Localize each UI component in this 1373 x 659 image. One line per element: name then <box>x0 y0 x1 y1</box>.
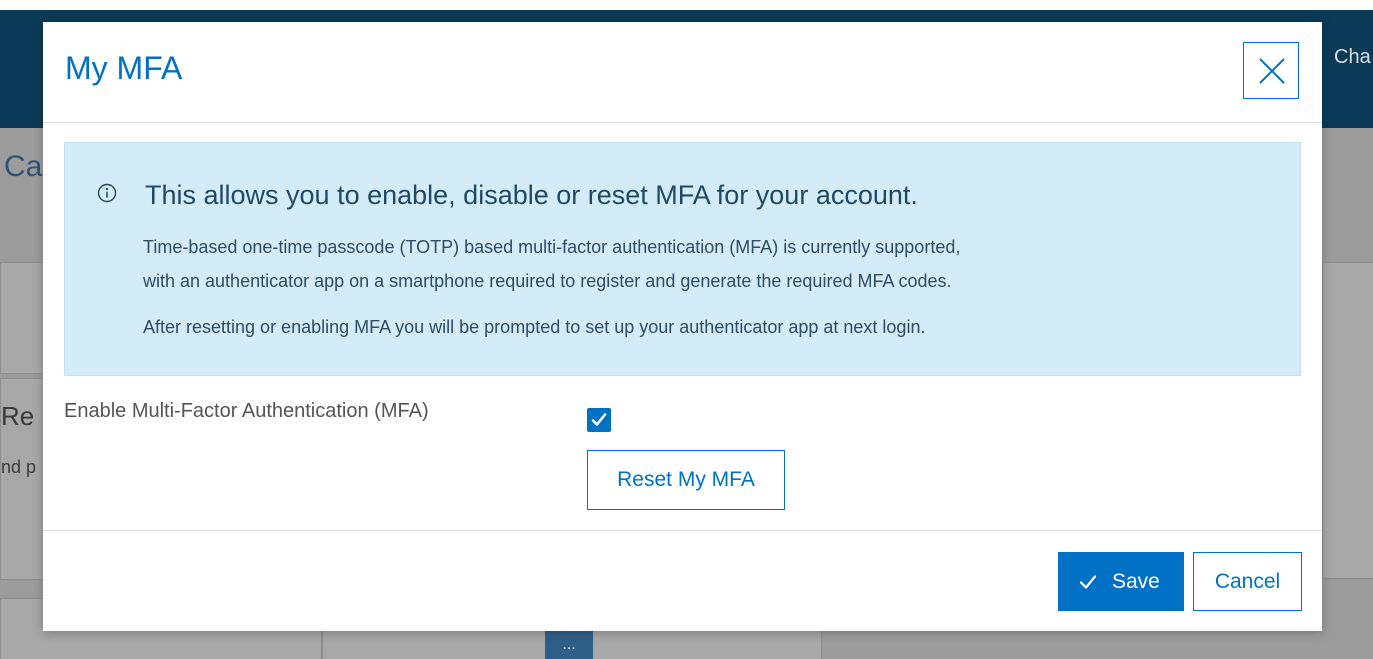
card-subtitle: nd p <box>1 457 37 477</box>
info-paragraph-line-1: Time-based one-time passcode (TOTP) base… <box>143 237 961 257</box>
dialog-header: My MFA <box>43 22 1322 123</box>
checkmark-icon <box>1079 575 1097 589</box>
info-paragraph-line-2: with an authenticator app on a smartphon… <box>143 271 952 291</box>
reset-mfa-button[interactable]: Reset My MFA <box>587 450 785 510</box>
info-paragraph-2: After resetting or enabling MFA you will… <box>143 317 926 337</box>
dialog-title: My MFA <box>65 50 183 86</box>
more-dots-button[interactable]: ... <box>545 630 593 659</box>
enable-mfa-checkbox[interactable] <box>587 408 611 432</box>
header-menu-label[interactable]: Cha <box>1334 46 1371 69</box>
save-button-label: Save <box>1112 570 1160 593</box>
mfa-field-label: Enable Multi-Factor Authentication (MFA) <box>64 400 429 422</box>
close-button[interactable] <box>1243 42 1299 99</box>
top-strip <box>0 0 1373 10</box>
mfa-dialog: My MFA This allows you to enable, disabl… <box>43 22 1322 631</box>
card-left-top <box>0 262 44 374</box>
save-button[interactable]: Save <box>1058 552 1184 611</box>
close-icon <box>1259 58 1285 84</box>
info-alert: This allows you to enable, disable or re… <box>64 142 1301 376</box>
page-title: Ca <box>4 150 43 183</box>
dialog-footer: Save Cancel <box>43 530 1322 632</box>
info-heading: This allows you to enable, disable or re… <box>145 180 918 210</box>
info-circle-icon <box>97 183 117 203</box>
card-right <box>1322 262 1373 579</box>
card-left-middle[interactable]: Re nd p <box>0 378 44 580</box>
checkmark-icon <box>591 413 607 426</box>
card-title: Re <box>1 401 35 431</box>
cancel-button[interactable]: Cancel <box>1193 552 1302 611</box>
